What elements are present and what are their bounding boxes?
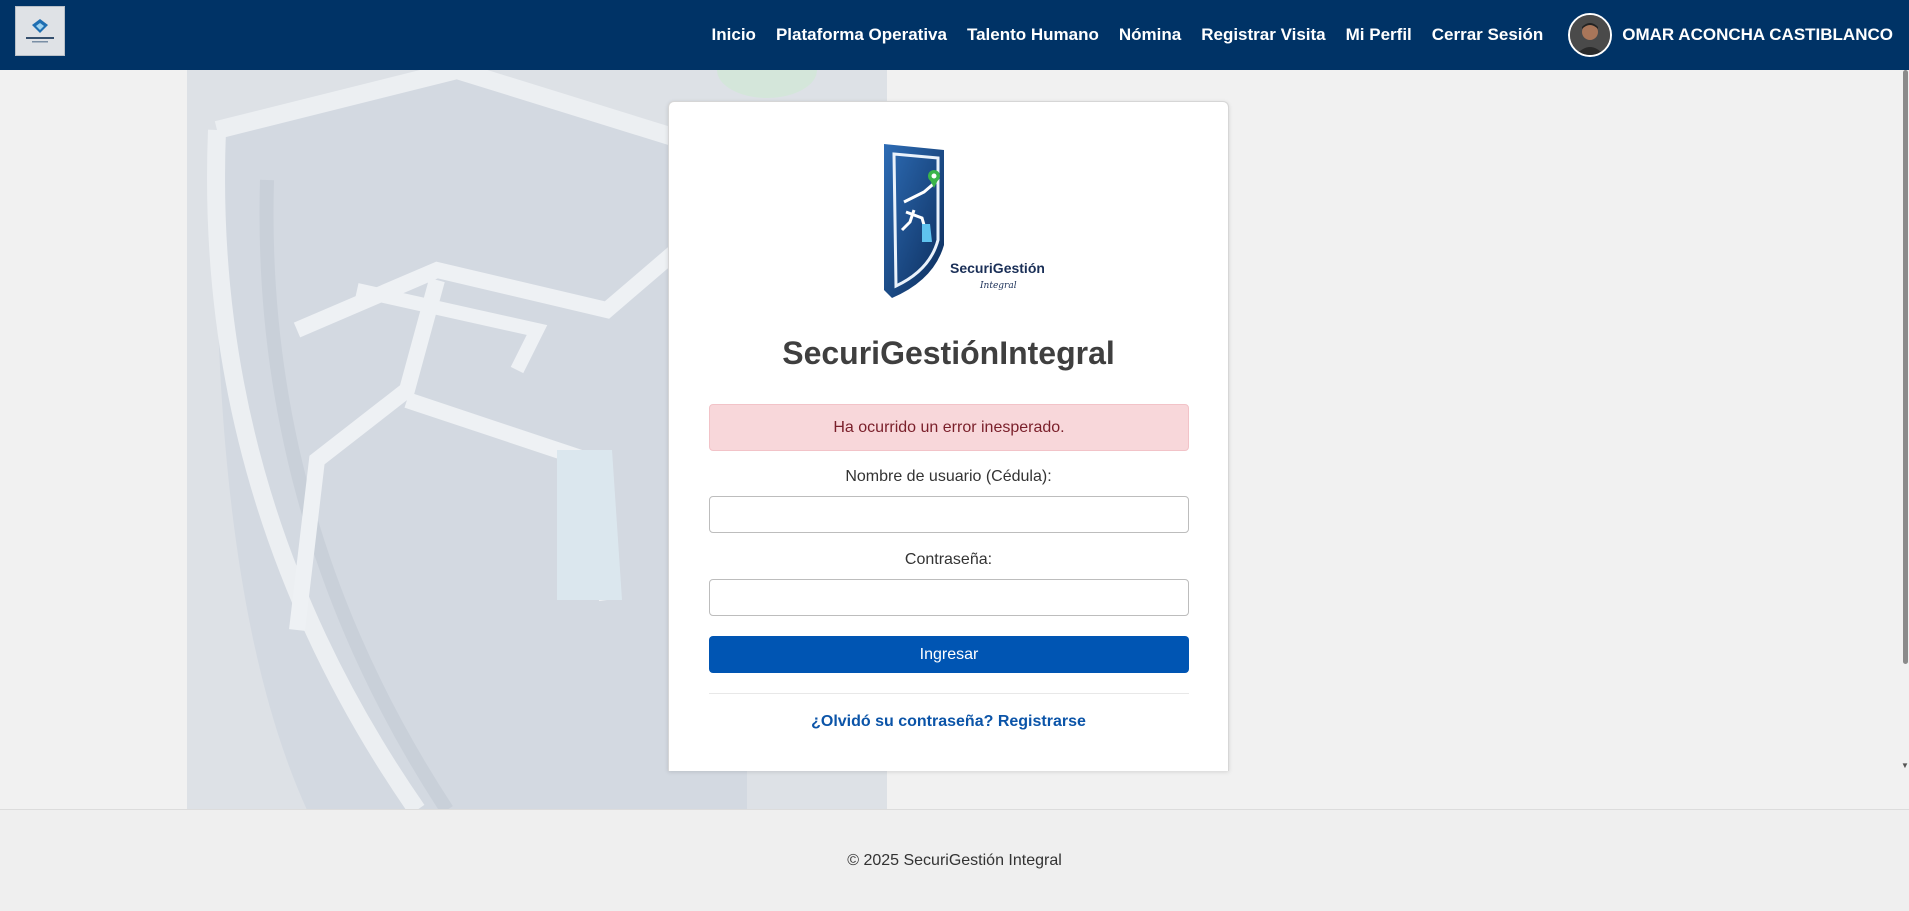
shield-logo-icon: SecuriGestión Integral xyxy=(864,140,1045,306)
top-navbar: Inicio Plataforma Operativa Talento Huma… xyxy=(0,0,1909,70)
user-name[interactable]: OMAR ACONCHA CASTIBLANCO xyxy=(1622,25,1893,45)
logo-text-main: SecuriGestión xyxy=(950,260,1044,276)
login-card: SecuriGestión Integral SecuriGestiónInte… xyxy=(668,101,1229,771)
footer-copyright: © 2025 SecuriGestión Integral xyxy=(847,851,1062,869)
username-label: Nombre de usuario (Cédula): xyxy=(845,468,1052,485)
footer: © 2025 SecuriGestión Integral xyxy=(0,809,1909,911)
nav-links: Inicio Plataforma Operativa Talento Huma… xyxy=(712,0,1893,70)
user-menu[interactable]: OMAR ACONCHA CASTIBLANCO xyxy=(1568,13,1893,57)
brand-logo-icon[interactable] xyxy=(15,6,65,56)
divider xyxy=(709,693,1189,694)
scrollbar-thumb[interactable] xyxy=(1903,70,1908,664)
svg-text:SecuriGestión: SecuriGestión xyxy=(950,260,1044,276)
password-input[interactable] xyxy=(709,579,1189,616)
login-button[interactable]: Ingresar xyxy=(709,636,1189,673)
nav-item-mi-perfil[interactable]: Mi Perfil xyxy=(1346,25,1412,45)
nav-item-nomina[interactable]: Nómina xyxy=(1119,25,1181,45)
nav-item-talento-humano[interactable]: Talento Humano xyxy=(967,25,1099,45)
page-title: SecuriGestiónIntegral xyxy=(782,335,1115,371)
scroll-down-arrow-icon[interactable]: ▼ xyxy=(1901,762,1909,770)
page-scrollbar[interactable]: ▼ xyxy=(1901,70,1909,770)
logo-text-sub: Integral xyxy=(979,281,1017,291)
forgot-password-link[interactable]: ¿Olvidó su contraseña? xyxy=(811,713,993,730)
user-avatar[interactable] xyxy=(1568,13,1613,57)
password-label: Contraseña: xyxy=(904,551,993,568)
error-alert: Ha ocurrido un error inesperado. xyxy=(709,404,1189,451)
nav-item-inicio[interactable]: Inicio xyxy=(712,25,756,45)
nav-item-cerrar-sesion[interactable]: Cerrar Sesión xyxy=(1432,25,1544,45)
nav-item-plataforma-operativa[interactable]: Plataforma Operativa xyxy=(776,25,947,45)
auth-links: ¿Olvidó su contraseña? Registrarse xyxy=(669,713,1228,731)
username-input[interactable] xyxy=(709,496,1189,533)
register-link[interactable]: Registrarse xyxy=(998,713,1086,730)
nav-item-registrar-visita[interactable]: Registrar Visita xyxy=(1201,25,1325,45)
